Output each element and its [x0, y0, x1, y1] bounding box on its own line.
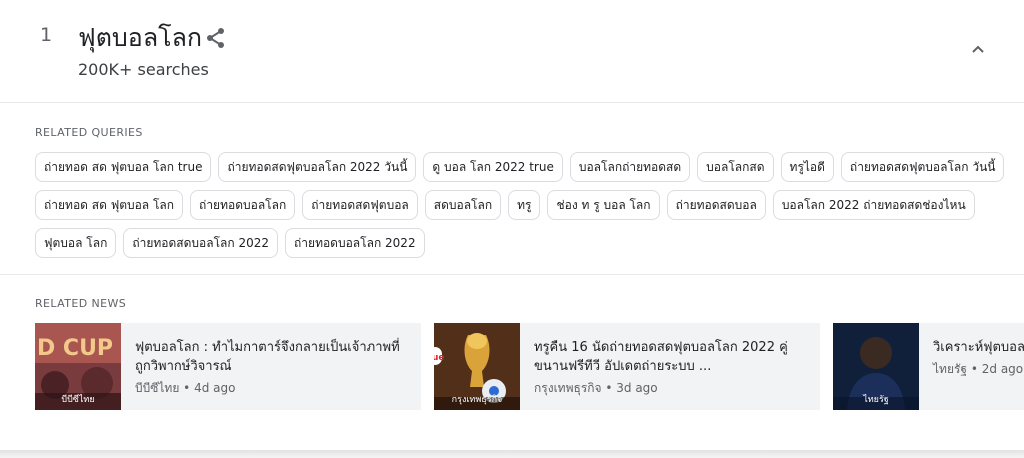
news-thumbnail: ue กรุงเทพธุรกิจ — [434, 323, 520, 410]
query-chip[interactable]: บอลโลกสด — [697, 152, 774, 182]
query-chip[interactable]: ถ่ายทอดสดบอลโลก 2022 — [123, 228, 279, 258]
query-chip[interactable]: ถ่ายทอด สด ฟุตบอล โลก — [35, 190, 184, 220]
news-card[interactable]: D CUP บีบีซีไทย ฟุตบอลโลก : ทำไมกาตาร์จึ… — [35, 323, 421, 410]
query-chip[interactable]: บอลโลก 2022 ถ่ายทอดสดช่องไหน — [772, 190, 975, 220]
thumbnail-source: ไทยรัฐ — [863, 395, 889, 405]
share-icon[interactable] — [206, 27, 226, 49]
trend-header[interactable]: 1 ฟุตบอลโลก 200K+ searches — [0, 0, 1024, 103]
query-chip[interactable]: ถ่ายทอดสดบอล — [666, 190, 766, 220]
query-chip[interactable]: ถ่ายทอดสดฟุตบอลโลก วันนี้ — [840, 152, 1005, 182]
card-bottom-shadow — [0, 450, 1024, 458]
query-chip[interactable]: บอลโลกถ่ายทอดสด — [569, 152, 691, 182]
query-chip[interactable]: ถ่ายทอด สด ฟุตบอล โลก true — [35, 152, 212, 182]
news-text: วิเคราะห์ฟุตบอลโลก ออสเตรเลีย คาด ไทยรัฐ… — [919, 323, 1024, 410]
related-queries-list: ถ่ายทอด สด ฟุตบอล โลก true ถ่ายทอดสดฟุตบ… — [35, 152, 1005, 266]
news-meta: บีบีซีไทย • 4d ago — [135, 381, 236, 395]
trend-card: 1 ฟุตบอลโลก 200K+ searches RELATED QUERI… — [0, 0, 1024, 452]
query-chip[interactable]: สดบอลโลก — [424, 190, 502, 220]
query-chip[interactable]: ทรูไอดี — [780, 152, 834, 182]
chip-row: ถ่ายทอด สด ฟุตบอล โลก true ถ่ายทอดสดฟุตบ… — [35, 152, 1005, 182]
query-chip[interactable]: ถ่ายทอดสดฟุตบอลโลก 2022 วันนี้ — [218, 152, 417, 182]
news-thumbnail: ไทยรัฐ — [833, 323, 919, 410]
related-news-label: RELATED NEWS — [35, 297, 127, 310]
news-title[interactable]: ฟุตบอลโลก : ทำไมกาตาร์จึงกลายเป็นเจ้าภาพ… — [135, 338, 409, 376]
news-meta: ไทยรัฐ • 2d ago — [933, 362, 1024, 376]
svg-text:D CUP: D CUP — [37, 336, 113, 361]
search-count: 200K+ searches — [78, 60, 209, 79]
query-chip[interactable]: ดู บอล โลก 2022 true — [423, 152, 563, 182]
news-card[interactable]: ไทยรัฐ วิเคราะห์ฟุตบอลโลก ออสเตรเลีย คาด… — [833, 323, 1024, 410]
news-title[interactable]: วิเคราะห์ฟุตบอลโลก ออสเตรเลีย คาด — [933, 338, 1024, 357]
trend-title: ฟุตบอลโลก — [78, 23, 203, 52]
related-news-list: D CUP บีบีซีไทย ฟุตบอลโลก : ทำไมกาตาร์จึ… — [35, 323, 1024, 410]
query-chip[interactable]: ทรู — [508, 190, 541, 220]
section-divider — [0, 274, 1024, 275]
news-title[interactable]: ทรูคืน 16 นัดถ่ายทอดสดฟุตบอลโลก 2022 คู่… — [534, 338, 808, 376]
related-queries-label: RELATED QUERIES — [35, 126, 143, 139]
query-chip[interactable]: ถ่ายทอดบอลโลก — [190, 190, 296, 220]
thumbnail-source: กรุงเทพธุรกิจ — [451, 395, 503, 405]
thumbnail-source: บีบีซีไทย — [61, 395, 95, 405]
news-meta: กรุงเทพธุรกิจ • 3d ago — [534, 381, 658, 395]
chip-row: ถ่ายทอด สด ฟุตบอล โลก ถ่ายทอดบอลโลก ถ่าย… — [35, 190, 995, 220]
svg-text:ue: ue — [434, 353, 445, 363]
query-chip[interactable]: ช่อง ท รู บอล โลก — [547, 190, 660, 220]
news-text: ทรูคืน 16 นัดถ่ายทอดสดฟุตบอลโลก 2022 คู่… — [520, 323, 820, 410]
chevron-up-icon[interactable] — [968, 40, 988, 60]
news-text: ฟุตบอลโลก : ทำไมกาตาร์จึงกลายเป็นเจ้าภาพ… — [121, 323, 421, 410]
query-chip[interactable]: ถ่ายทอดบอลโลก 2022 — [285, 228, 425, 258]
query-chip[interactable]: ฟุตบอล โลก — [35, 228, 117, 258]
trend-rank: 1 — [40, 24, 53, 46]
news-card[interactable]: ue กรุงเทพธุรกิจ ทรูคืน 16 นัดถ่ายทอดสดฟ… — [434, 323, 820, 410]
chip-row: ฟุตบอล โลก ถ่ายทอดสดบอลโลก 2022 ถ่ายทอดบ… — [35, 228, 995, 258]
query-chip[interactable]: ถ่ายทอดสดฟุตบอล — [302, 190, 418, 220]
news-thumbnail: D CUP บีบีซีไทย — [35, 323, 121, 410]
